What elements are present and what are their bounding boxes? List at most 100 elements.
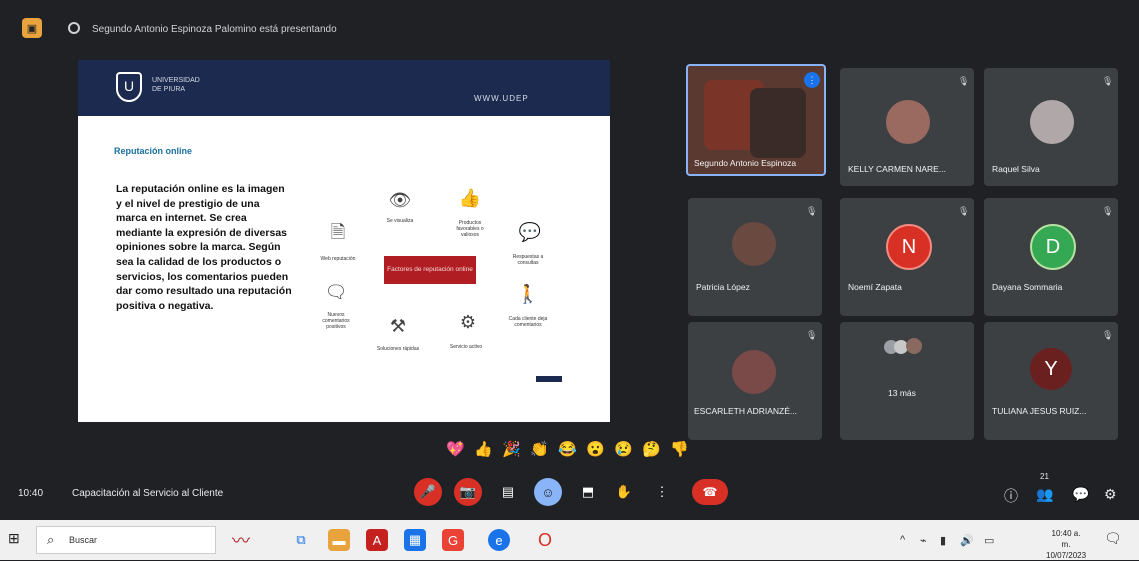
- opera-icon[interactable]: O: [534, 529, 556, 551]
- camera-toggle-button[interactable]: 📷: [454, 478, 482, 506]
- battery-icon[interactable]: ▮: [940, 534, 946, 547]
- university-logo-text: UNIVERSIDAD DE PIURA: [152, 77, 200, 93]
- participant-name: Noemí Zapata: [848, 282, 902, 292]
- volume-icon[interactable]: 🔊: [960, 534, 974, 547]
- store-icon[interactable]: ▦: [404, 529, 426, 551]
- participant-tile[interactable]: 🎙 ESCARLETH ADRIANZÉ...: [688, 322, 822, 440]
- participant-tile[interactable]: 🎙 Y TULIANA JESUS RUIZ...: [984, 322, 1118, 440]
- gear-icon: ⚙: [459, 312, 477, 332]
- avatar: Y: [1030, 348, 1072, 390]
- avatar: N: [886, 224, 932, 270]
- acrobat-icon[interactable]: A: [366, 529, 388, 551]
- reactions-button[interactable]: ☺: [534, 478, 562, 506]
- reaction-heart[interactable]: 💖: [446, 440, 465, 458]
- avatar: [732, 222, 776, 266]
- participant-count: 21: [1040, 472, 1049, 481]
- university-logo-icon: U: [116, 72, 142, 102]
- mic-toggle-button[interactable]: 🎤: [414, 478, 442, 506]
- participant-name: TULIANA JESUS RUIZ...: [992, 406, 1087, 416]
- end-call-button[interactable]: ☎: [692, 479, 728, 505]
- thumbs-up-icon: 👍: [458, 188, 482, 208]
- mic-off-icon: 🎙: [806, 330, 818, 340]
- document-icon: 🗎: [330, 222, 346, 242]
- windows-start-icon[interactable]: ⊞: [8, 530, 26, 548]
- tray-chevron-icon[interactable]: ^: [900, 534, 905, 546]
- participant-tile[interactable]: 🎙 KELLY CARMEN NARE...: [840, 68, 974, 186]
- reaction-surprised[interactable]: 😮: [586, 440, 605, 458]
- hub-label: Nuevos comentarios positivos: [322, 312, 350, 330]
- reaction-sad[interactable]: 😢: [614, 440, 633, 458]
- reaction-thumbs-down[interactable]: 👎: [670, 440, 689, 458]
- present-button[interactable]: ⬒: [574, 478, 602, 506]
- chrome-icon[interactable]: G: [442, 529, 464, 551]
- slide-title: Reputación online: [114, 146, 193, 156]
- participant-tile[interactable]: 🎙 D Dayana Sommaria: [984, 198, 1118, 316]
- meeting-time: 10:40: [18, 488, 44, 499]
- participant-name: Segundo Antonio Espinoza: [694, 158, 797, 168]
- participant-name: Raquel Silva: [992, 164, 1040, 174]
- participant-name: KELLY CARMEN NARE...: [848, 164, 946, 174]
- raise-hand-button[interactable]: ✋: [610, 478, 638, 506]
- system-clock[interactable]: 10:40 a. m. 10/07/2023: [1046, 528, 1086, 561]
- hub-label: Se visualiza: [386, 218, 414, 224]
- search-icon: ⌕: [47, 532, 55, 547]
- notification-icon[interactable]: 🗨: [1104, 530, 1122, 547]
- clock-time: 10:40 a. m.: [1051, 529, 1081, 549]
- activities-icon[interactable]: ⚙: [1104, 486, 1117, 503]
- search-input[interactable]: Buscar: [69, 535, 97, 545]
- participant-tile[interactable]: 🎙 Patricia López: [688, 198, 822, 316]
- person-icon: 🚶: [516, 284, 540, 304]
- hub-label: Productos favorables o valiosos: [456, 220, 484, 238]
- participant-tile[interactable]: 🎙 N Noemí Zapata: [840, 198, 974, 316]
- hub-label: Respuestas a consultas: [512, 254, 544, 266]
- captions-button[interactable]: ▤: [494, 478, 522, 506]
- slide-header: U UNIVERSIDAD DE PIURA WWW.UDEP: [78, 60, 610, 116]
- avatar: [906, 338, 922, 354]
- reaction-thumbs-up[interactable]: 👍: [474, 440, 493, 458]
- task-view-icon[interactable]: ⧉: [290, 529, 312, 551]
- file-explorer-icon[interactable]: ▬: [328, 529, 350, 551]
- info-icon[interactable]: ⓘ: [1004, 486, 1018, 506]
- hub-label: Servicio activo: [449, 344, 483, 350]
- clock-date: 10/07/2023: [1046, 551, 1087, 560]
- participant-name: Patricia López: [696, 282, 750, 292]
- people-icon[interactable]: 👥: [1036, 486, 1053, 503]
- reaction-party[interactable]: 🎉: [502, 440, 521, 458]
- hub-label: Web reputación: [320, 256, 356, 262]
- chat-icon[interactable]: 💬: [1072, 486, 1089, 503]
- comment-icon: 🗨: [324, 282, 348, 302]
- participant-tile[interactable]: 13 más: [840, 322, 974, 440]
- video-feed: [750, 88, 806, 158]
- reaction-thinking[interactable]: 🤔: [642, 440, 661, 458]
- edge-icon[interactable]: e: [488, 529, 510, 551]
- participant-name: ESCARLETH ADRIANZÉ...: [694, 406, 797, 416]
- shared-slide: U UNIVERSIDAD DE PIURA WWW.UDEP Reputaci…: [78, 60, 610, 422]
- reaction-laugh[interactable]: 😂: [558, 440, 577, 458]
- mic-off-icon: 🎙: [1102, 206, 1114, 216]
- mic-off-icon: 🎙: [806, 206, 818, 216]
- more-participants-label: 13 más: [888, 388, 916, 398]
- taskbar: ⊞ ⌕ Buscar 〰 ⧉ ▬ A ▦ G e O ^ ⌁ ▮ 🔊 ▭ 10:…: [0, 520, 1139, 560]
- mic-off-icon: 🎙: [958, 76, 970, 86]
- mic-off-icon: 🎙: [958, 206, 970, 216]
- meet-app-icon[interactable]: ▣: [22, 18, 42, 38]
- slide-footer-tag: [536, 376, 562, 382]
- more-options-button[interactable]: ⋮: [648, 478, 676, 506]
- taskbar-search[interactable]: ⌕ Buscar: [36, 526, 216, 554]
- meeting-title: Capacitación al Servicio al Cliente: [72, 488, 224, 499]
- participant-name: Dayana Sommaria: [992, 282, 1063, 292]
- avatar: [732, 350, 776, 394]
- cortana-icon[interactable]: 〰: [230, 529, 252, 551]
- presenting-icon: [68, 22, 80, 34]
- participant-tile[interactable]: 🎙 Raquel Silva: [984, 68, 1118, 186]
- tools-icon: ⚒: [389, 316, 407, 336]
- language-icon[interactable]: ▭: [984, 534, 994, 547]
- diagram-center-box: Factores de reputación online: [384, 256, 476, 284]
- participant-tile[interactable]: ⋮ Segundo Antonio Espinoza: [686, 64, 826, 176]
- network-icon[interactable]: ⌁: [920, 534, 927, 547]
- reaction-clap[interactable]: 👏: [530, 440, 549, 458]
- hub-label: Soluciones rápidas: [376, 346, 420, 352]
- avatar: [1030, 100, 1074, 144]
- speaking-indicator-icon: ⋮: [804, 72, 820, 88]
- avatar: [886, 100, 930, 144]
